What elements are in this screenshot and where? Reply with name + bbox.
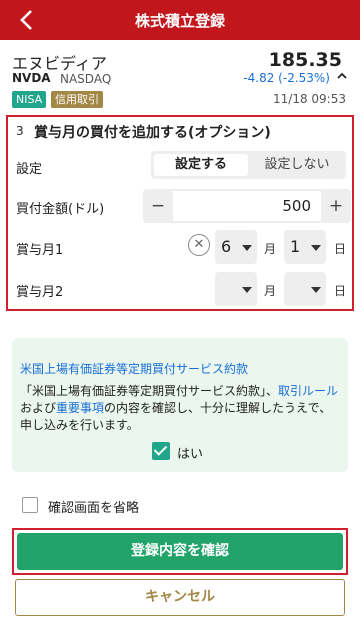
terms-link[interactable]: 米国上場有価証券等定期買付サービス約款 [20, 360, 248, 377]
setting-label: 設定 [16, 162, 43, 177]
month-unit: 月 [264, 242, 277, 256]
stock-summary: エヌビディア 185.35 NVDA NASDAQ -4.82 (-2.53%)… [0, 40, 360, 112]
stock-market: NASDAQ [60, 72, 112, 86]
step-number: 3 [16, 124, 24, 138]
month1-month-select[interactable]: 6 [215, 230, 257, 264]
margin-badge: 信用取引 [51, 91, 103, 108]
app-header: 株式積立登録 [0, 0, 360, 40]
important-matters-link[interactable]: 重要事項 [56, 401, 104, 415]
increment-button[interactable]: + [321, 189, 351, 223]
nisa-badge: NISA [12, 91, 47, 108]
amount-label: 買付金額(ドル) [16, 202, 105, 217]
month-unit: 月 [264, 284, 277, 298]
dropdown-arrow-icon [311, 245, 321, 251]
setting-toggle: 設定する 設定しない [151, 151, 346, 179]
skip-confirm-label[interactable]: 確認画面を省略 [48, 497, 139, 516]
dropdown-arrow-icon [242, 287, 252, 293]
dropdown-arrow-icon [311, 287, 321, 293]
page-title: 株式積立登録 [134, 12, 225, 30]
agreement-text: 「米国上場有価証券等定期買付サービス約款」、取引ルールおよび重要事項の内容を確認… [20, 383, 342, 434]
agreement-panel: 米国上場有価証券等定期買付サービス約款 「米国上場有価証券等定期買付サービス約款… [12, 338, 348, 472]
confirm-button-highlight: 登録内容を確認 [12, 528, 348, 575]
decrement-button[interactable]: − [143, 189, 173, 223]
agree-checkbox[interactable] [152, 442, 170, 460]
price-change: -4.82 (-2.53%) [243, 71, 330, 85]
amount-input[interactable]: 500 [173, 191, 321, 221]
confirm-button[interactable]: 登録内容を確認 [17, 533, 343, 570]
day-unit: 日 [334, 242, 347, 256]
bonus-month2-label: 賞与月2 [16, 285, 64, 300]
bonus-month1-label: 賞与月1 [16, 243, 64, 258]
cancel-button[interactable]: キャンセル [15, 579, 345, 616]
agree-label[interactable]: はい [177, 443, 203, 462]
setting-off-button[interactable]: 設定しない [251, 154, 343, 176]
stock-ticker: NVDA [12, 71, 51, 85]
month2-month-select[interactable] [215, 272, 257, 306]
agreement-text-mid: および [20, 401, 57, 415]
month1-day-select[interactable]: 1 [284, 230, 326, 264]
skip-confirm-checkbox[interactable] [22, 497, 38, 513]
dropdown-arrow-icon [242, 245, 252, 251]
stock-price: 185.35 [268, 49, 342, 71]
quote-time: 11/18 09:53 [273, 92, 346, 106]
month1-month-value: 6 [221, 237, 232, 256]
trading-rules-link[interactable]: 取引ルール [278, 384, 338, 398]
month1-day-value: 1 [290, 237, 301, 256]
chevron-up-icon[interactable] [336, 70, 348, 85]
amount-stepper: − 500 + [143, 189, 351, 223]
month2-day-select[interactable] [284, 272, 326, 306]
agreement-text-pre: 「米国上場有価証券等定期買付サービス約款」、 [20, 384, 279, 398]
clear-icon[interactable]: ✕ [188, 234, 210, 256]
bonus-month-section: 3 賞与月の買付を追加する(オプション) 設定 設定する 設定しない 買付金額(… [6, 115, 354, 311]
day-unit: 日 [334, 284, 347, 298]
section-heading: 賞与月の買付を追加する(オプション) [34, 125, 271, 141]
setting-on-button[interactable]: 設定する [154, 154, 248, 176]
